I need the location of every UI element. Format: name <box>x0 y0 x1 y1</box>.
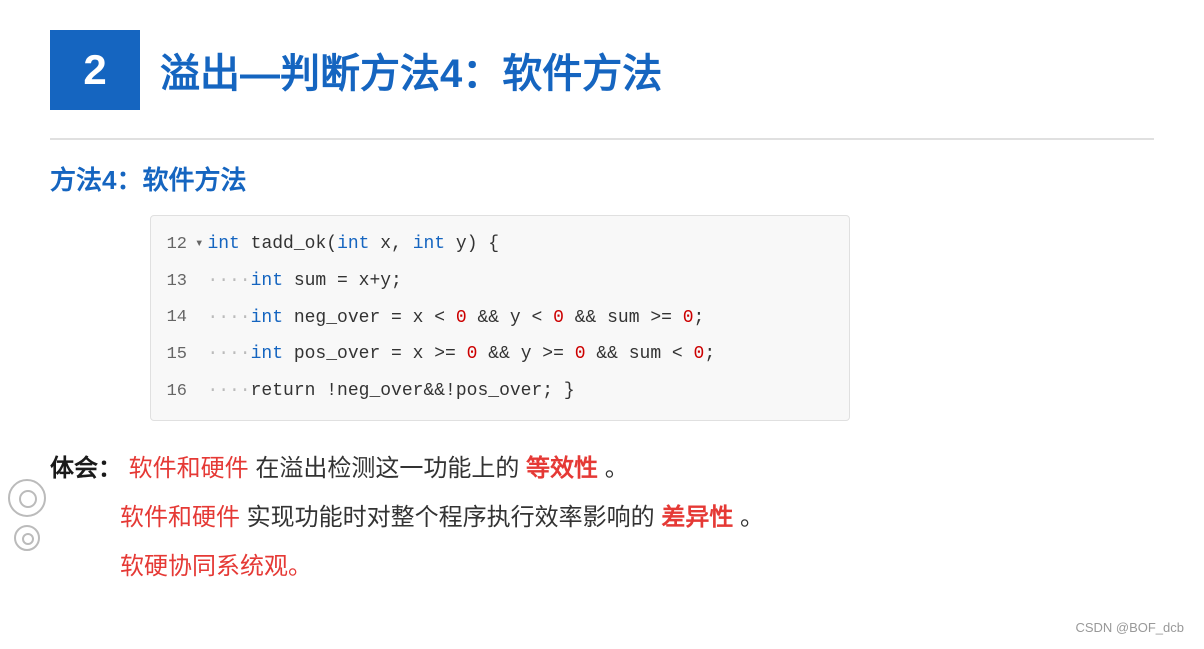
body-line1-part2: 在溢出检测这一功能上的 <box>255 455 519 482</box>
header: 2 溢出—判断方法4：软件方法 <box>50 30 1154 110</box>
deco-circle-2-inner <box>22 533 34 545</box>
code-line-16: 16 ····return !neg_over&&!pos_over; } <box>151 373 849 410</box>
deco-circle-1 <box>8 479 46 517</box>
watermark: CSDN @BOF_dcb <box>1075 620 1184 635</box>
body-section: 体会： 软件和硬件 在溢出检测这一功能上的 等效性 。 软件和硬件 实现功能时对… <box>50 449 1154 587</box>
section-title: 方法4：软件方法 <box>50 160 1154 197</box>
deco-circle-1-inner <box>19 490 37 508</box>
code-line-15: 15 ····int pos_over = x >= 0 && y >= 0 &… <box>151 336 849 373</box>
line-arrow-15 <box>195 344 203 366</box>
line-content-16: ····return !neg_over&&!pos_over; } <box>207 377 574 406</box>
line-content-13: ····int sum = x+y; <box>207 267 401 296</box>
body-line2-part1: 软件和硬件 <box>120 504 240 531</box>
line-arrow-14 <box>195 307 203 329</box>
code-block: 12 ▾ int tadd_ok(int x, int y) { 13 ····… <box>150 215 850 421</box>
body-line2-part2: 实现功能时对整个程序执行效率影响的 <box>247 504 655 531</box>
line-content-14: ····int neg_over = x < 0 && y < 0 && sum… <box>207 304 704 333</box>
body-line2-part4: 。 <box>740 504 764 531</box>
line-num-15: 15 <box>151 341 187 368</box>
line-content-12: int tadd_ok(int x, int y) { <box>207 230 499 259</box>
line-arrow-13 <box>195 270 203 292</box>
body-line1-part4: 。 <box>605 455 629 482</box>
line-num-14: 14 <box>151 304 187 331</box>
slide-number: 2 <box>83 46 106 94</box>
body-line-3: 软硬协同系统观。 <box>120 547 1154 588</box>
body-line1-part1: 软件和硬件 <box>129 455 249 482</box>
body-line1-part3: 等效性 <box>526 455 598 482</box>
number-badge: 2 <box>50 30 140 110</box>
body-line-2: 软件和硬件 实现功能时对整个程序执行效率影响的 差异性 。 <box>120 498 1154 539</box>
code-line-12: 12 ▾ int tadd_ok(int x, int y) { <box>151 226 849 263</box>
body-line2-part3: 差异性 <box>661 504 733 531</box>
deco-circle-2 <box>14 525 40 551</box>
line-arrow-16 <box>195 380 203 402</box>
header-divider <box>50 138 1154 140</box>
body-line3: 软硬协同系统观。 <box>120 553 312 580</box>
body-label: 体会： <box>50 455 122 482</box>
header-title: 溢出—判断方法4：软件方法 <box>160 41 662 99</box>
line-num-12: 12 <box>151 231 187 258</box>
body-line-1: 体会： 软件和硬件 在溢出检测这一功能上的 等效性 。 <box>50 449 1154 490</box>
code-line-14: 14 ····int neg_over = x < 0 && y < 0 && … <box>151 300 849 337</box>
slide-container: 2 溢出—判断方法4：软件方法 方法4：软件方法 12 ▾ int tadd_o… <box>0 0 1204 649</box>
code-line-13: 13 ····int sum = x+y; <box>151 263 849 300</box>
line-num-13: 13 <box>151 268 187 295</box>
decorative-circles <box>8 479 58 569</box>
line-num-16: 16 <box>151 378 187 405</box>
line-content-15: ····int pos_over = x >= 0 && y >= 0 && s… <box>207 340 715 369</box>
line-arrow-12: ▾ <box>195 233 203 255</box>
